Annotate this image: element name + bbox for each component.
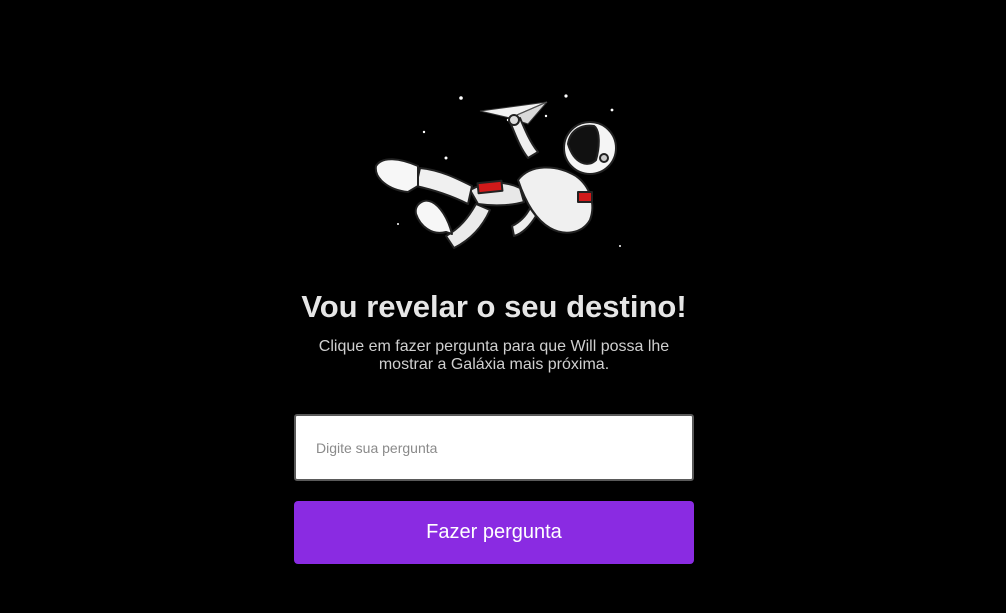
astronaut-icon	[374, 114, 617, 249]
ask-question-button[interactable]: Fazer pergunta	[294, 501, 694, 564]
question-input[interactable]	[294, 414, 694, 481]
page-subtitle: Clique em fazer pergunta para que Will p…	[318, 338, 670, 373]
astronaut-illustration	[374, 94, 621, 249]
page: Vou revelar o seu destino! Clique em faz…	[0, 0, 1006, 613]
page-title: Vou revelar o seu destino!	[301, 289, 687, 324]
